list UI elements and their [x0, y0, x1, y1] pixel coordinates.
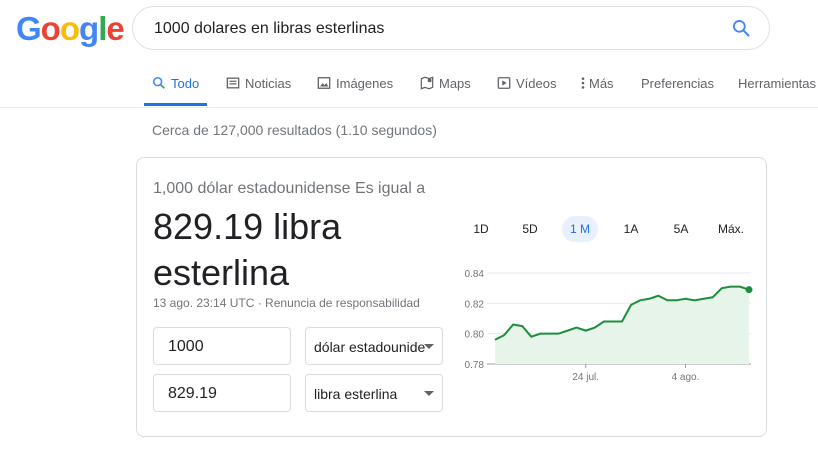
y-tick-label: 0.80 — [465, 330, 485, 341]
range-5d[interactable]: 5D — [514, 216, 546, 242]
y-tick-label: 0.78 — [465, 360, 485, 371]
video-icon — [497, 77, 511, 89]
more-icon — [581, 77, 585, 89]
logo-letter: e — [106, 10, 124, 47]
tab-videos[interactable]: Vídeos — [497, 76, 556, 106]
tab-label: Noticias — [245, 76, 292, 91]
map-icon — [420, 76, 434, 90]
x-tick-label: 24 jul. — [572, 372, 599, 383]
google-logo[interactable]: Google — [16, 10, 125, 48]
search-input[interactable]: 1000 dolares en libras esterlinas — [154, 20, 384, 38]
tab-label: Herramientas — [738, 76, 817, 91]
logo-letter: o — [40, 10, 61, 47]
tab-noticias[interactable]: Noticias — [226, 76, 291, 106]
range-1a[interactable]: 1A — [615, 216, 647, 242]
range-1m[interactable]: 1 M — [562, 216, 598, 242]
tab-label: Vídeos — [516, 76, 557, 91]
x-tick-label: 4 ago. — [672, 372, 700, 383]
tab-preferencias[interactable]: Preferencias — [641, 76, 714, 106]
header-divider — [0, 107, 818, 108]
image-icon — [317, 77, 331, 89]
result-line-2: esterlina — [153, 252, 290, 293]
dropdown-arrow-icon — [424, 344, 434, 349]
tab-label: Más — [589, 76, 614, 91]
from-currency-value: dólar estadounidense — [314, 339, 426, 355]
to-currency-value: libra esterlina — [314, 386, 398, 402]
from-amount-input[interactable]: 1000 — [153, 327, 291, 365]
search-box[interactable]: 1000 dolares en libras esterlinas — [132, 6, 770, 50]
to-amount-input[interactable]: 829.19 — [153, 374, 291, 412]
to-currency-select[interactable]: libra esterlina — [305, 374, 443, 412]
current-point[interactable] — [745, 286, 753, 294]
tab-maps[interactable]: Maps — [420, 76, 471, 106]
tab-label: Imágenes — [336, 76, 394, 91]
range-5a[interactable]: 5A — [665, 216, 697, 242]
tab-herramientas[interactable]: Herramientas — [738, 76, 816, 106]
dropdown-arrow-icon — [424, 391, 434, 396]
logo-letter: g — [79, 10, 99, 47]
logo-letter: G — [16, 10, 42, 47]
currency-converter-card: 1,000 dólar estadounidense Es igual a 82… — [136, 157, 767, 437]
tab-mas[interactable]: Más — [580, 76, 614, 106]
y-tick-label: 0.84 — [465, 269, 485, 280]
search-icon — [152, 76, 165, 89]
equals-text: 1,000 dólar estadounidense Es igual a — [153, 180, 426, 197]
y-tick-label: 0.82 — [465, 299, 485, 310]
tab-label: Preferencias — [641, 76, 714, 91]
logo-letter: o — [59, 10, 80, 47]
tab-label: Maps — [439, 76, 471, 91]
tab-imagenes[interactable]: Imágenes — [317, 76, 393, 106]
tab-todo[interactable]: Todo — [143, 76, 208, 106]
search-icon[interactable] — [731, 18, 751, 38]
tab-label: Todo — [171, 76, 200, 91]
range-max[interactable]: Máx. — [712, 216, 750, 242]
exchange-rate-chart: 0.84 0.82 0.80 0.78 24 jul. 4 ago. — [465, 269, 753, 383]
result-stats: Cerca de 127,000 resultados (1.10 segund… — [152, 122, 437, 138]
timestamp-disclaimer: 13 ago. 23:14 UTC · Renuncia de responsa… — [153, 296, 420, 310]
range-1d[interactable]: 1D — [465, 216, 497, 242]
result-line-1: 829.19 libra — [153, 206, 342, 247]
news-icon — [226, 77, 240, 89]
from-currency-select[interactable]: dólar estadounidense — [305, 327, 443, 365]
conversion-result: 829.19 libra esterlina — [153, 204, 443, 296]
